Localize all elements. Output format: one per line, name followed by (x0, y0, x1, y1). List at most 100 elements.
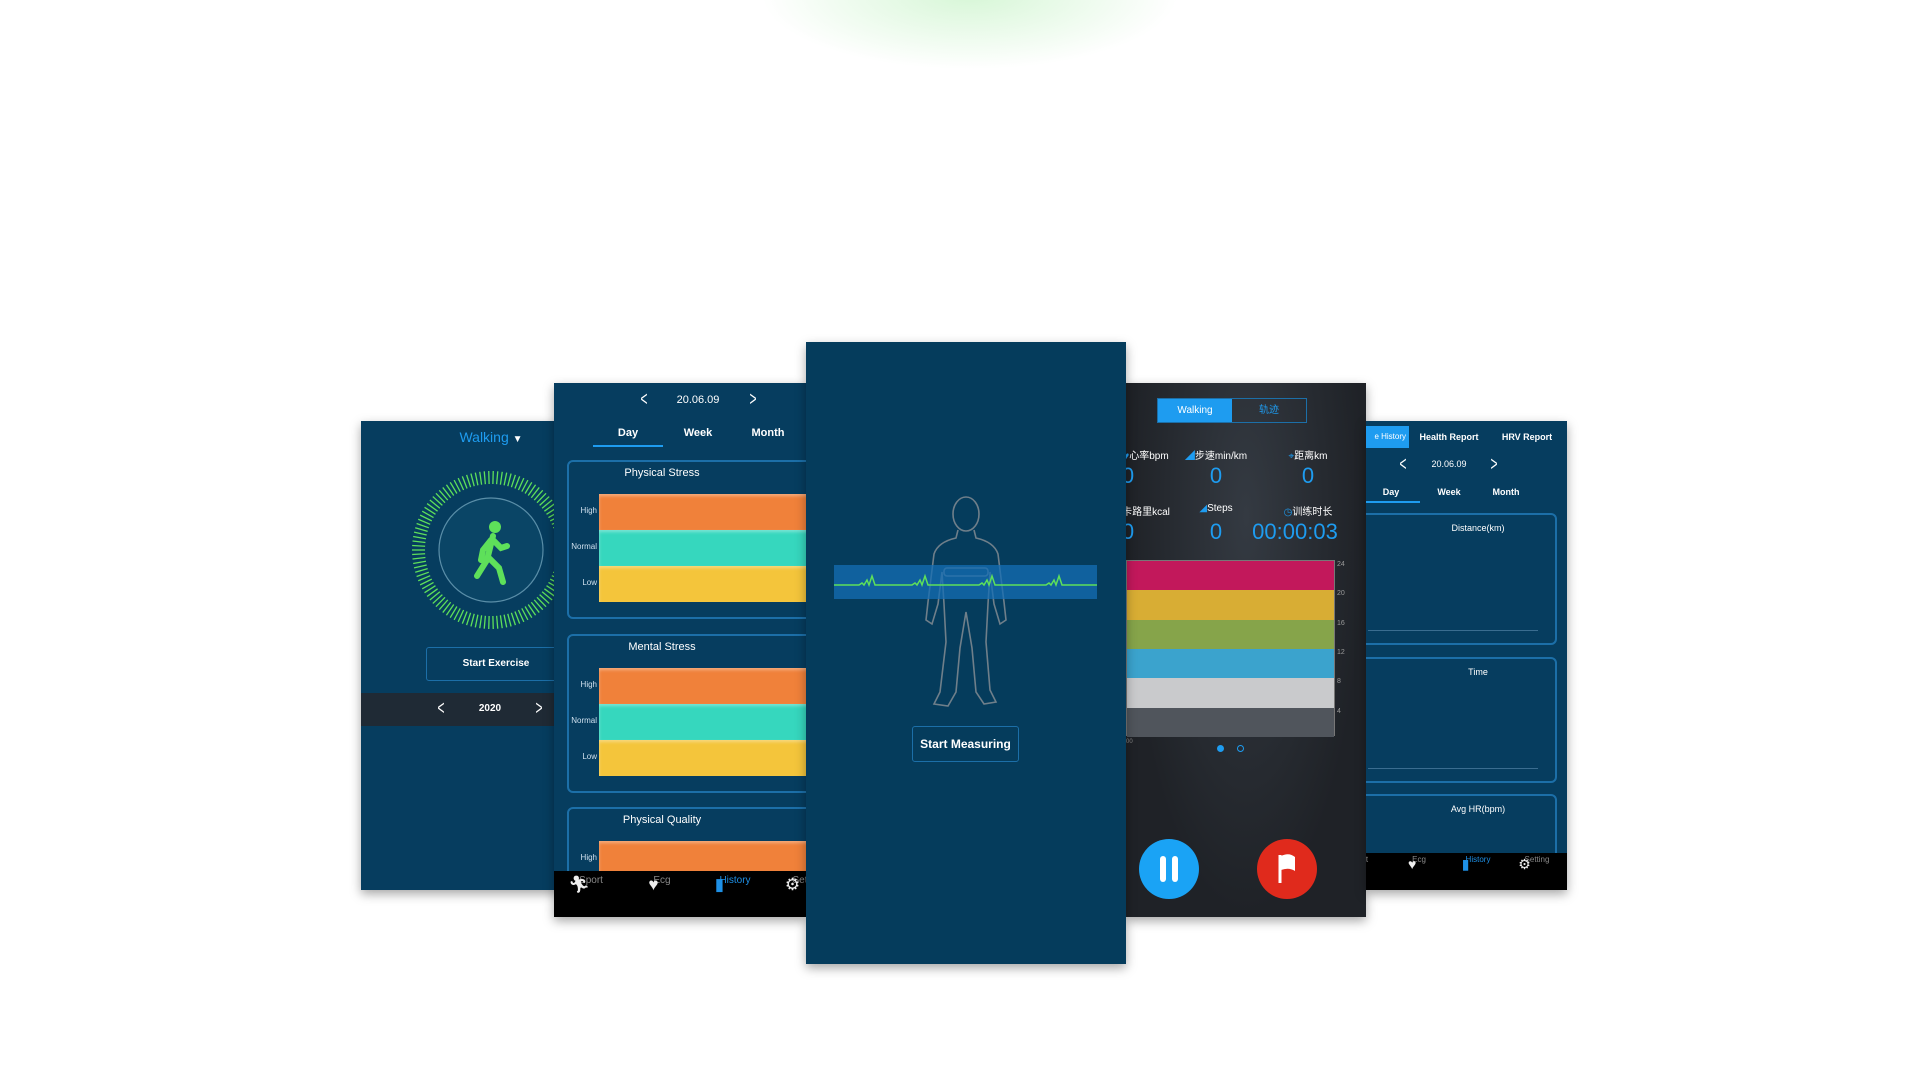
workout-screen: Walking 轨迹 ♥心率bpm 0 ◢步速min/km 0 ⌖距离km 0 卡路里kca… (1126, 383, 1366, 917)
nav-history[interactable]: ▮ History (715, 875, 751, 894)
document-icon: ▮ (1461, 856, 1470, 872)
heart-rate-zone-band (1127, 649, 1334, 679)
prev-date-chevron[interactable]: < (640, 389, 647, 412)
bottom-nav: t ♥ Ecg ▮ History ⚙ Setting (1366, 853, 1567, 890)
nav-ecg[interactable]: ♥ Ecg (648, 875, 670, 894)
tab-week[interactable]: Week (684, 427, 713, 439)
level-band-high (599, 494, 806, 530)
prev-date-chevron[interactable]: < (1399, 454, 1406, 477)
heart-rate-zone-band (1127, 590, 1334, 620)
nav-set[interactable]: ⚙Set (785, 875, 806, 894)
activity-ring (412, 471, 561, 629)
period-week[interactable]: Week (1437, 487, 1460, 497)
distance-card: Distance(km) (1366, 513, 1557, 645)
metric-label: ♥心率bpm (1126, 447, 1169, 462)
workout-tab-switch: Walking 轨迹 (1157, 398, 1307, 423)
zone-tick-label: 16 (1337, 619, 1345, 627)
shoe-icon: ◢ (1184, 451, 1195, 462)
document-icon: ▮ (714, 875, 725, 894)
heart-rate-zone-band (1127, 707, 1334, 737)
metric-value: 0 (1209, 519, 1223, 544)
zone-tick-label: 8 (1337, 678, 1341, 686)
metric-value: 0 (1126, 463, 1135, 488)
running-icon: 🏃︎ (568, 875, 590, 894)
level-band-low (599, 566, 806, 602)
level-band-low (599, 740, 806, 776)
nav-sport[interactable]: 🏃︎ Sport (568, 875, 603, 894)
page-dot-active[interactable] (1217, 745, 1224, 752)
tab-track[interactable]: 轨迹 (1232, 399, 1306, 422)
metric-value: 00:00:03 (1252, 519, 1338, 544)
level-band-normal (599, 704, 806, 740)
active-period-underline (1366, 501, 1420, 503)
activity-selector[interactable]: Walking ▼ (459, 429, 522, 445)
nav-history[interactable]: ▮ History (1462, 855, 1491, 872)
report-screen: e History Health Report HRV Report < 20.… (1366, 421, 1567, 890)
zone-tick-label: 24 (1337, 561, 1345, 568)
page-dot[interactable] (1237, 745, 1244, 752)
metric-label: 卡路里kcal (1126, 507, 1170, 518)
zone-tick-label: 20 (1337, 590, 1345, 598)
prev-year-chevron[interactable]: < (437, 698, 444, 721)
shoe-icon: ◢ (1199, 503, 1208, 514)
metric-label: ⌖距离km (1288, 451, 1328, 462)
tab-history[interactable]: e History (1366, 426, 1409, 448)
next-date-chevron[interactable]: > (1490, 454, 1497, 477)
tab-hrv-report[interactable]: HRV Report (1502, 432, 1552, 442)
metric-label: ◢步速min/km (1184, 451, 1248, 462)
ecg-waveform-band (834, 565, 1097, 599)
heart-rate-zone-band (1127, 678, 1334, 708)
zone-tick-label: 12 (1337, 649, 1345, 656)
date-label: 20.06.09 (1431, 459, 1467, 469)
ecg-screen: Start Measuring (806, 342, 1126, 964)
metric-value: 0 (1209, 463, 1223, 488)
level-band-normal (599, 530, 806, 566)
bottom-nav: 🏃︎Sport ♥Ecg ▮History ⚙Set (554, 871, 806, 917)
next-year-chevron[interactable]: > (535, 698, 542, 721)
start-measuring-button[interactable]: Start Measuring (912, 726, 1019, 762)
gear-icon: ⚙ (784, 875, 801, 894)
nav-setting[interactable]: ⚙ Setting (1518, 855, 1549, 872)
level-band-high (599, 668, 806, 704)
finish-flag-button[interactable] (1257, 839, 1317, 899)
time-card: Time (1366, 657, 1557, 783)
pause-icon (1160, 856, 1166, 882)
nav-t[interactable]: t (1366, 855, 1368, 864)
date-label: 20.06.09 (676, 394, 720, 406)
period-month[interactable]: Month (1493, 487, 1520, 497)
body-figure-outline (925, 496, 1007, 707)
sport-screen: Walking ▼ Start Exercise < 2020 > (361, 421, 561, 890)
dropdown-triangle-icon: ▼ (512, 434, 523, 445)
period-day[interactable]: Day (1383, 487, 1400, 497)
start-exercise-button[interactable]: Start Exercise (426, 647, 561, 681)
tab-health-report[interactable]: Health Report (1419, 432, 1478, 442)
heart-ecg-icon: ♥ (648, 875, 659, 894)
ecg-waveform (834, 573, 1097, 588)
stress-card: Mental Stress High Normal Low (567, 634, 806, 793)
metric-label: ◢Steps (1199, 503, 1233, 514)
metric-label: ◷训练时长 (1283, 507, 1333, 518)
year-selector: < 2020 > (361, 693, 561, 726)
heart-rate-zone-band (1127, 619, 1334, 649)
next-date-chevron[interactable]: > (749, 389, 756, 412)
clock-icon: ◷ (1283, 507, 1293, 518)
tab-month[interactable]: Month (752, 427, 785, 439)
background-glow (760, 0, 1180, 70)
nav-ecg[interactable]: ♥ Ecg (1408, 855, 1426, 872)
gear-icon: ⚙ (1518, 856, 1531, 872)
flag-icon (1278, 854, 1295, 883)
metric-value: 0 (1301, 463, 1315, 488)
pause-button[interactable] (1139, 839, 1199, 899)
history-screen: < 20.06.09 > Day Week Month Physical Str… (554, 383, 806, 917)
stress-card: Physical Stress High Normal Low (567, 460, 806, 619)
tab-walking[interactable]: Walking (1158, 399, 1232, 422)
heart-rate-zone-band (1127, 561, 1334, 591)
tab-day[interactable]: Day (618, 427, 638, 439)
zone-tick-label: 4 (1337, 707, 1341, 715)
metric-value: 0 (1126, 519, 1135, 544)
year-label: 2020 (478, 703, 502, 714)
heart-rate-zone-chart (1126, 560, 1335, 737)
zone-x-label: 00 (1126, 739, 1133, 745)
heart-ecg-icon: ♥ (1407, 856, 1417, 872)
active-tab-underline (593, 445, 663, 447)
